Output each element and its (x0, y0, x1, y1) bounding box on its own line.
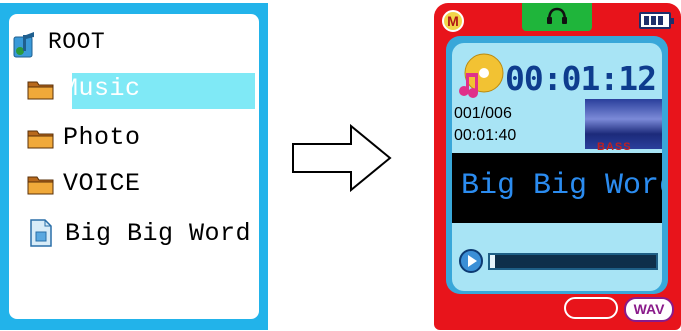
equalizer-label: BASS (597, 141, 632, 153)
audio-file-icon (27, 218, 57, 248)
song-title: Big Big Word (461, 169, 662, 203)
oval-button[interactable] (564, 297, 618, 319)
browser-item-voice[interactable]: VOICE (27, 165, 141, 201)
browser-item-label: ROOT (48, 29, 106, 55)
browser-item-label: Photo (63, 122, 141, 152)
browser-item-song[interactable]: Big Big Word (27, 215, 251, 251)
folder-icon (27, 77, 55, 100)
browser-item-music[interactable]: Music (27, 70, 141, 106)
menu-button[interactable]: M (442, 10, 464, 32)
total-time: 00:01:12 (505, 59, 657, 98)
progress-fill (490, 255, 495, 268)
folder-icon (27, 172, 55, 195)
folder-icon (27, 126, 55, 149)
music-disc-icon (458, 51, 504, 105)
track-number: 001/006 (454, 105, 512, 122)
browser-item-label: Big Big Word (65, 218, 252, 248)
play-icon[interactable] (458, 248, 484, 278)
music-note-icon (12, 31, 40, 58)
browser-item-label: Music (63, 73, 141, 103)
elapsed-time: 00:01:40 (454, 127, 517, 144)
browser-item-root[interactable]: ROOT (12, 24, 105, 60)
right-arrow-icon (291, 123, 393, 196)
player-body: M 00:01:12 001/006 00:01:40 BASS Big Big… (434, 3, 681, 330)
browser-item-photo[interactable]: Photo (27, 119, 141, 155)
format-button[interactable]: WAV (624, 297, 674, 322)
headphones-icon (546, 7, 568, 29)
progress-bar[interactable] (488, 253, 658, 270)
player-screen: 00:01:12 001/006 00:01:40 BASS Big Big W… (452, 43, 662, 291)
battery-icon (639, 12, 674, 29)
browser-item-label: VOICE (63, 168, 141, 198)
